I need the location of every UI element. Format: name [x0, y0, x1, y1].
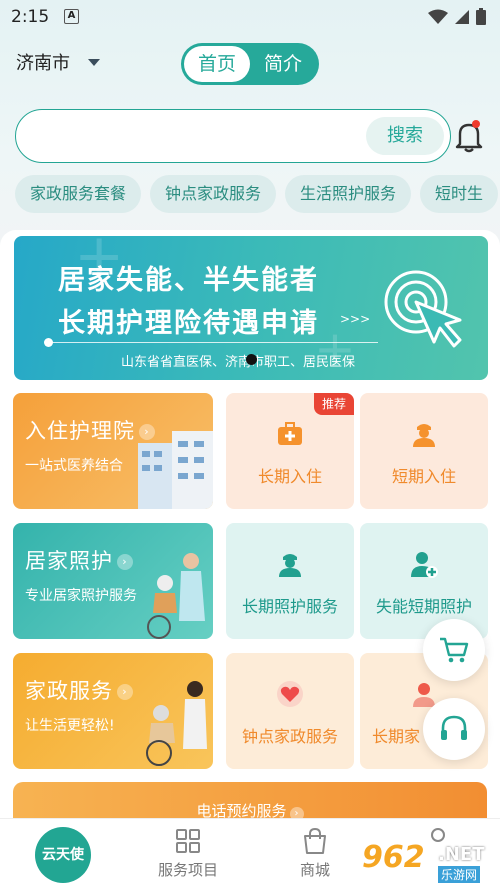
notifications-button[interactable]	[454, 118, 484, 154]
watermark-text: 乐游网	[438, 866, 481, 883]
patient-plus-icon	[411, 552, 438, 578]
promo-banner[interactable]: + + 居家失能、半失能者 长期护理险待遇申请 >>> 山东省省直医保、济南市职…	[14, 236, 488, 380]
card-title: 入住护理院	[25, 419, 135, 443]
chevron-down-icon	[88, 58, 100, 66]
status-time: 2:15	[11, 7, 50, 27]
nav-services[interactable]: 服务项目	[156, 827, 220, 880]
banner-line2: 长期护理险待遇申请	[58, 308, 319, 339]
recommended-badge: 推荐	[314, 393, 354, 415]
card-title-wrap: 家政服务 ›	[25, 675, 133, 705]
caregiver-icon	[279, 554, 301, 577]
nav-label: 服务项目	[157, 861, 218, 879]
customer-service-button[interactable]	[423, 698, 485, 760]
quick-chips: 家政服务套餐 钟点家政服务 生活照护服务 短时生	[15, 175, 500, 215]
card-label: 钟点家政服务	[241, 727, 338, 746]
nav-label: 商城	[299, 861, 330, 879]
housekeeping-card[interactable]: 家政服务 › 让生活更轻松!	[13, 653, 213, 769]
banner-divider	[48, 342, 378, 343]
banner-line1: 居家失能、半失能者	[58, 265, 319, 296]
cart-icon	[440, 637, 469, 663]
tab-intro[interactable]: 简介	[250, 46, 316, 82]
card-title-wrap: 入住护理院 ›	[25, 415, 155, 445]
chip-item[interactable]: 家政服务套餐	[15, 175, 142, 213]
short-term-stay-card[interactable]: 短期入住	[360, 393, 488, 509]
card-label: 长期入住	[257, 467, 322, 486]
watermark-number: 962	[362, 840, 425, 875]
chip-item[interactable]: 钟点家政服务	[150, 175, 277, 213]
nursing-home-card[interactable]: 入住护理院 › 一站式医养结合	[13, 393, 213, 509]
banner-divider-dot	[44, 338, 53, 347]
grid-icon	[176, 829, 200, 853]
card-title: 家政服务	[25, 679, 113, 703]
heart-icon	[277, 681, 303, 707]
card-title-wrap: 居家照护 ›	[25, 545, 133, 575]
notification-dot	[472, 120, 480, 128]
nurse-icon	[413, 424, 435, 447]
search-button[interactable]: 搜索	[366, 117, 444, 155]
search-input[interactable]	[36, 122, 356, 150]
signal-icon	[455, 9, 469, 24]
long-term-care-card[interactable]: 长期照护服务	[226, 523, 354, 639]
battery-icon	[476, 8, 486, 25]
watermark-logo: 962 .NET 乐游网	[362, 840, 494, 886]
banner-arrows: >>>	[340, 312, 371, 326]
carousel-indicator[interactable]	[246, 354, 257, 365]
notification-icon: A	[64, 9, 79, 24]
banner-subtitle: 山东省省直医保、济南市职工、居民医保	[121, 355, 356, 370]
card-desc: 专业居家照护服务	[25, 588, 137, 604]
cart-button[interactable]	[423, 619, 485, 681]
card-label: 短期入住	[391, 467, 456, 486]
chip-item[interactable]: 生活照护服务	[285, 175, 412, 213]
header-tabs: 首页 简介	[181, 43, 319, 85]
target-cursor-icon	[384, 270, 462, 348]
headset-icon	[441, 715, 467, 740]
tab-home[interactable]: 首页	[184, 46, 250, 82]
medical-kit-icon	[278, 422, 302, 445]
card-label: 失能短期照护	[375, 597, 472, 616]
nav-home[interactable]: 云天使	[35, 827, 91, 883]
card-desc: 让生活更轻松!	[25, 718, 115, 734]
hourly-housekeeping-card[interactable]: 钟点家政服务	[226, 653, 354, 769]
chip-item[interactable]: 短时生	[420, 175, 499, 213]
city-selector[interactable]: 济南市	[16, 49, 100, 75]
card-label: 长期照护服务	[241, 597, 338, 616]
status-bar: 2:15 A	[0, 0, 500, 34]
short-term-disability-care-card[interactable]: 失能短期照护	[360, 523, 488, 639]
wifi-icon	[428, 9, 448, 24]
building-image	[138, 431, 213, 509]
home-care-card[interactable]: 居家照护 › 专业居家照护服务	[13, 523, 213, 639]
caregiver-photo	[147, 553, 205, 639]
search-bar: 搜索	[15, 109, 451, 163]
watermark-suffix: .NET	[438, 844, 485, 865]
card-title: 居家照护	[25, 549, 113, 573]
shop-bag-icon	[304, 827, 326, 854]
nav-shop[interactable]: 商城	[295, 827, 335, 880]
card-desc: 一站式医养结合	[25, 458, 123, 474]
city-label: 济南市	[16, 53, 70, 74]
wheelchair-photo	[146, 681, 207, 766]
